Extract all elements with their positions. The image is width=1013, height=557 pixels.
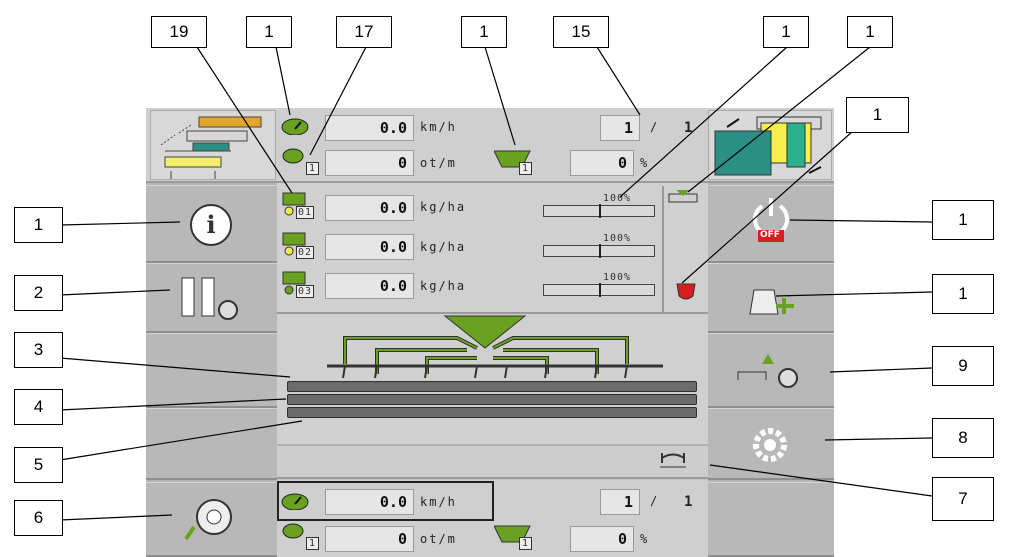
callout-top-19: 19 — [151, 16, 207, 48]
callout-right-1a: 1 — [932, 200, 994, 240]
callout-left-2: 2 — [14, 275, 63, 311]
callout-left-1: 1 — [14, 207, 63, 243]
callout-right-9: 9 — [932, 346, 994, 386]
callout-right-1b: 1 — [932, 274, 994, 314]
callout-right-8: 8 — [932, 418, 994, 458]
callout-left-6: 6 — [14, 500, 63, 536]
callout-left-3: 3 — [14, 332, 63, 368]
callout-top-1e: 1 — [846, 97, 909, 133]
callout-top-1b: 1 — [461, 16, 507, 48]
callout-top-1d: 1 — [847, 16, 893, 48]
callout-top-17: 17 — [336, 16, 392, 48]
callout-left-5: 5 — [14, 447, 63, 483]
callout-top-1c: 1 — [763, 16, 809, 48]
callout-top-15: 15 — [553, 16, 609, 48]
callout-left-4: 4 — [14, 389, 63, 425]
callout-top-1a: 1 — [246, 16, 292, 48]
callout-right-7: 7 — [932, 477, 994, 521]
callout-leader-lines — [59, 46, 933, 521]
